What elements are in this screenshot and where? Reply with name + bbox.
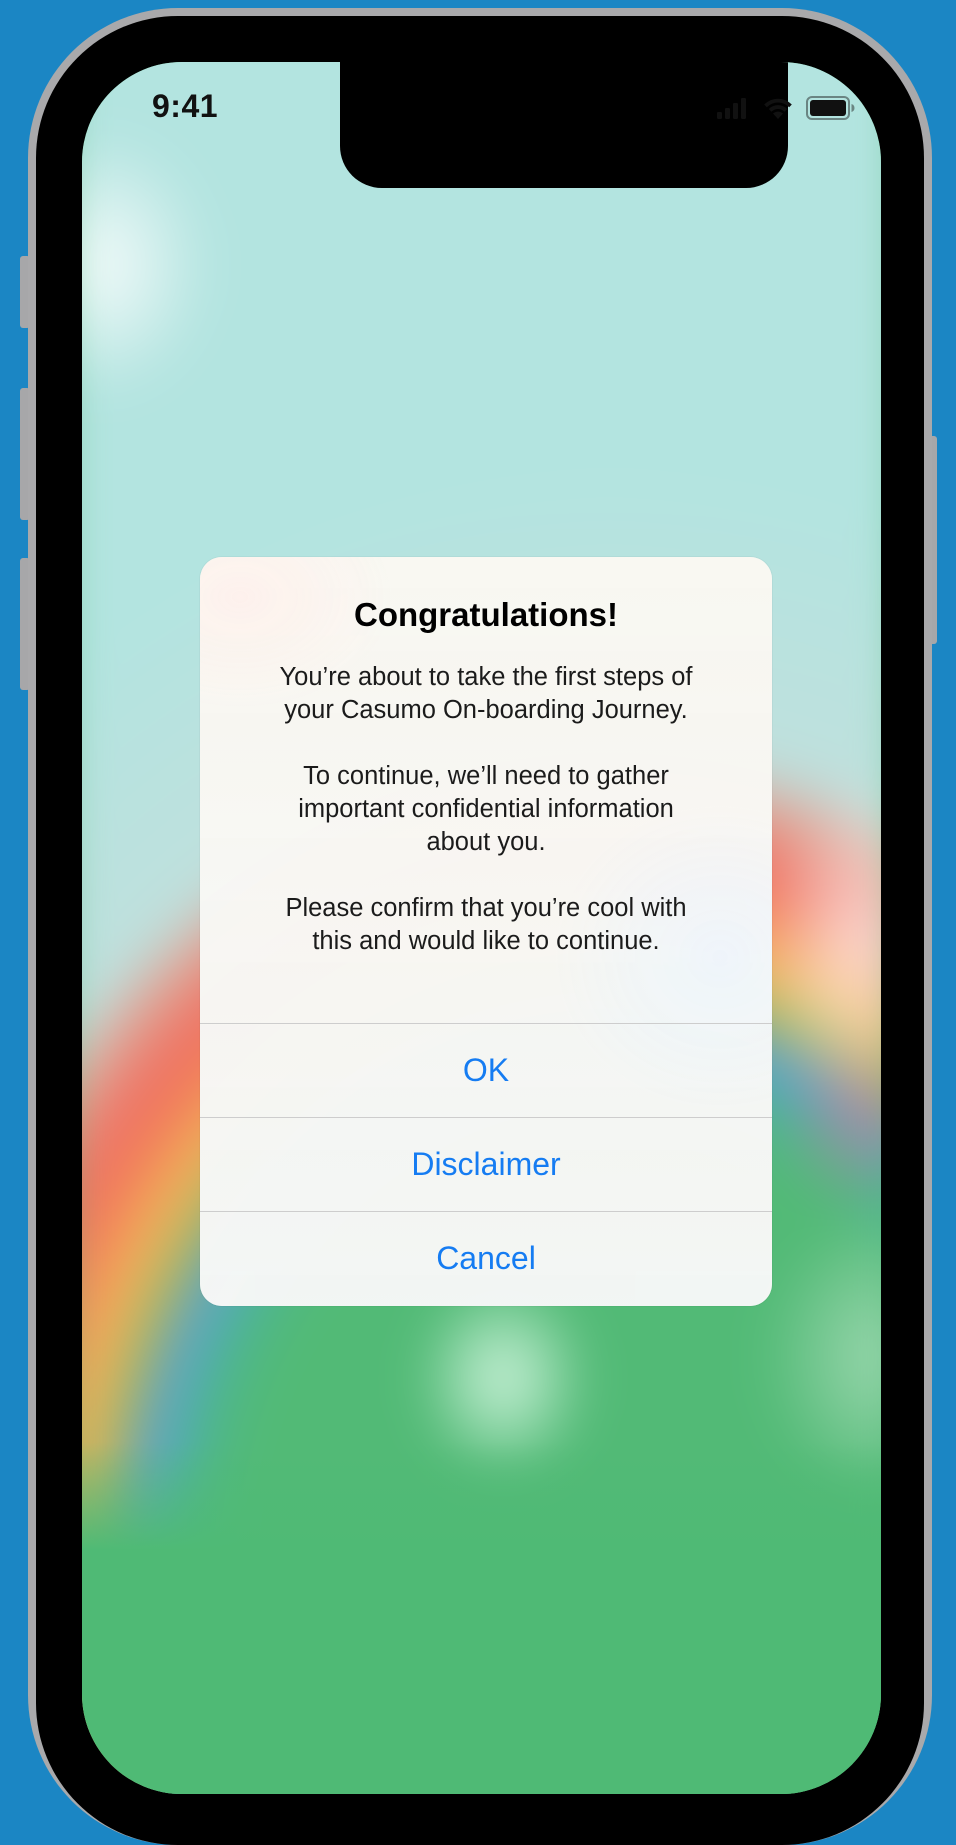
alert-title: Congratulations!: [354, 596, 618, 633]
wifi-icon: [762, 96, 794, 120]
alert-message-2: To continue, we’ll need to gather import…: [298, 762, 674, 856]
alert-message-3: Please confirm that you’re cool with thi…: [285, 894, 687, 955]
battery-icon: [806, 96, 856, 120]
status-time: 9:41: [152, 88, 219, 124]
status-icons: [716, 96, 856, 120]
ok-button[interactable]: OK: [200, 1023, 772, 1116]
home-indicator: [342, 1768, 622, 1778]
disclaimer-button[interactable]: Disclaimer: [200, 1117, 772, 1210]
cancel-button[interactable]: Cancel: [200, 1211, 772, 1304]
alert-actions: OK Disclaimer Cancel: [200, 1023, 772, 1306]
signal-icon: [716, 97, 750, 119]
alert-dialog: Congratulations! You’re about to take th…: [200, 557, 772, 1306]
alert-message-1: You’re about to take the first steps of …: [279, 663, 693, 724]
notch: [340, 62, 788, 188]
wallpaper-bottom: [82, 1442, 881, 1794]
alert-content: Congratulations! You’re about to take th…: [200, 557, 772, 1023]
page: 9:41 Congratulations! You’re about to ta…: [0, 0, 956, 1845]
